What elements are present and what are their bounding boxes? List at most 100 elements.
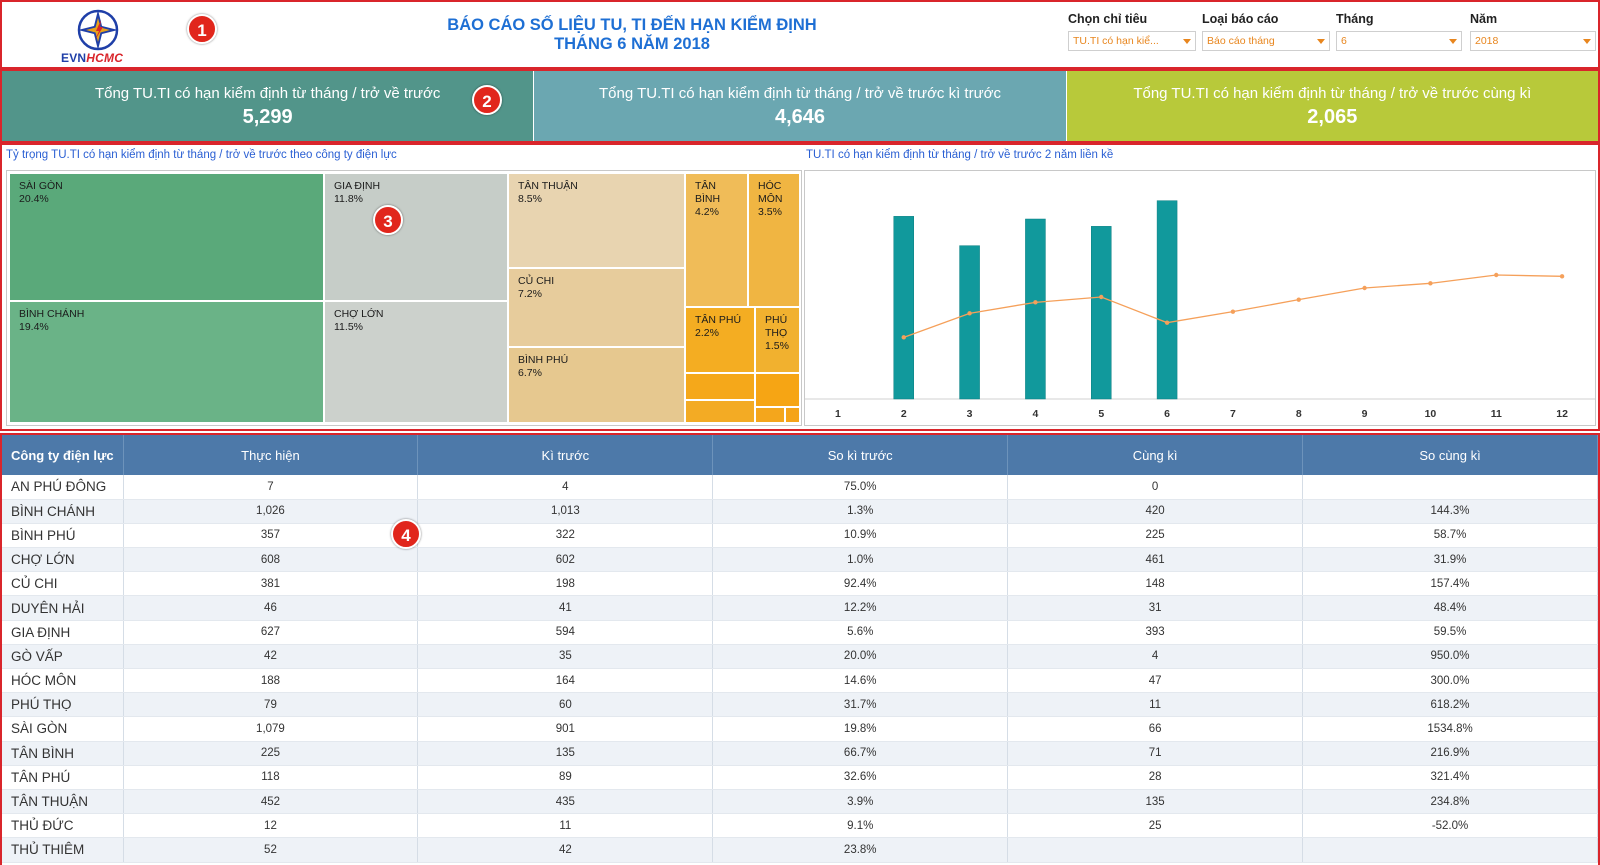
treemap-tile-binh-phu[interactable]: BÌNH PHÚ 6.7% xyxy=(508,347,685,423)
treemap-tile-name: TÂN PHÚ xyxy=(695,314,742,326)
x-tick-label: 8 xyxy=(1296,408,1302,420)
table-row[interactable]: BÌNH PHÚ 357 322 10.9% 225 58.7% xyxy=(2,523,1598,549)
chart-bar[interactable] xyxy=(1025,218,1046,400)
filter-month: Tháng 6 xyxy=(1336,12,1462,51)
page-title-line-1: BÁO CÁO SỐ LIỆU TU, TI ĐẾN HẠN KIỂM ĐỊNH xyxy=(447,16,817,34)
treemap-tile-gia-dinh[interactable]: GIA ĐỊNH 11.8% xyxy=(324,173,508,301)
kpi-value: 5,299 xyxy=(242,106,293,128)
treemap-title: Tỷ trọng TU.TI có hạn kiểm định từ tháng… xyxy=(6,149,397,161)
table-row[interactable]: THỦ THIÊM 52 42 23.8% xyxy=(2,837,1598,863)
column-header[interactable]: Cùng kì xyxy=(1007,435,1304,475)
table-row[interactable]: GÒ VẤP 42 35 20.0% 4 950.0% xyxy=(2,644,1598,670)
table-cell: 135 xyxy=(417,741,714,766)
filter-report-type-select[interactable]: Báo cáo tháng xyxy=(1202,31,1330,51)
treemap-tile-tan-thuan[interactable]: TÂN THUẬN 8.5% xyxy=(508,173,685,268)
treemap-tile-phu-tho[interactable]: PHÚ THỌ 1.5% xyxy=(755,307,800,373)
chart-line-point[interactable] xyxy=(1362,285,1367,291)
table-row[interactable]: SÀI GÒN 1,079 901 19.8% 66 1534.8% xyxy=(2,716,1598,742)
table-cell xyxy=(1302,837,1598,863)
column-header[interactable]: Công ty điện lực xyxy=(2,435,124,475)
treemap-tile-cu-chi[interactable]: CỦ CHI 7.2% xyxy=(508,268,685,347)
treemap-tile-minor[interactable] xyxy=(755,407,785,423)
table-cell: 23.8% xyxy=(712,837,1009,863)
treemap-tile-name: PHÚ THỌ xyxy=(765,314,788,339)
treemap-tile-cho-lon[interactable]: CHỢ LỚN 11.5% xyxy=(324,301,508,423)
table-cell: 198 xyxy=(417,571,714,597)
treemap-tile-minor[interactable] xyxy=(685,400,755,423)
chart-bar[interactable] xyxy=(1091,226,1112,400)
table-row[interactable]: BÌNH CHÁNH 1,026 1,013 1.3% 420 144.3% xyxy=(2,499,1598,524)
chart-line-point[interactable] xyxy=(1099,294,1104,300)
table-row[interactable]: HÓC MÔN 188 164 14.6% 47 300.0% xyxy=(2,668,1598,694)
table-row[interactable]: AN PHÚ ĐÔNG 7 4 75.0% 0 xyxy=(2,475,1598,500)
treemap-tile-hoc-mon[interactable]: HÓC MÔN 3.5% xyxy=(748,173,800,307)
treemap-tile-tan-phu[interactable]: TÂN PHÚ 2.2% xyxy=(685,307,755,373)
chevron-down-icon xyxy=(1583,39,1591,44)
table-cell: 148 xyxy=(1007,571,1304,597)
table-cell: 79 xyxy=(123,692,419,718)
kpi-value: 2,065 xyxy=(1307,106,1358,128)
table-cell: 11 xyxy=(1007,692,1304,718)
table-cell: 1534.8% xyxy=(1302,716,1598,742)
chart-line-point[interactable] xyxy=(1559,274,1565,279)
treemap-tile-pct: 11.5% xyxy=(334,321,363,333)
chart-line-point[interactable] xyxy=(1230,309,1236,314)
chart-line-point[interactable] xyxy=(1164,320,1170,325)
chart-line-point[interactable] xyxy=(1494,272,1499,278)
treemap-tile-name: BÌNH PHÚ xyxy=(518,354,569,366)
chart-bar[interactable] xyxy=(893,216,914,400)
table-cell: 3.9% xyxy=(712,789,1009,815)
table-row[interactable]: DUYÊN HẢI 46 41 12.2% 31 48.4% xyxy=(2,595,1598,621)
table-cell: 4 xyxy=(1007,644,1304,670)
bar-line-chart: 1 2 3 4 5 6 7 8 9 10 11 12 xyxy=(804,170,1596,426)
treemap-tile-minor[interactable] xyxy=(785,407,800,423)
table-cell: 11 xyxy=(417,813,714,839)
filter-indicator-select[interactable]: TU.TI có hạn kiể... xyxy=(1068,31,1196,51)
column-header[interactable]: So cùng kì xyxy=(1302,435,1598,475)
treemap-tile-minor[interactable] xyxy=(685,373,755,400)
chart-line-point[interactable] xyxy=(901,335,906,340)
chart-line-point[interactable] xyxy=(1428,281,1433,286)
table-cell: 92.4% xyxy=(712,571,1009,597)
filter-report-type-label: Loại báo cáo xyxy=(1202,12,1279,26)
table-cell: 1.0% xyxy=(712,547,1009,573)
x-tick-label: 7 xyxy=(1230,408,1236,420)
table-row[interactable]: TÂN THUẬN 452 435 3.9% 135 234.8% xyxy=(2,789,1598,815)
column-header[interactable]: Thực hiện xyxy=(123,435,419,475)
table-cell: 31.9% xyxy=(1302,547,1598,573)
column-header[interactable]: So kì trước xyxy=(712,435,1009,475)
table-row[interactable]: CHỢ LỚN 608 602 1.0% 461 31.9% xyxy=(2,547,1598,573)
treemap-tile-minor[interactable] xyxy=(755,373,800,407)
table-row[interactable]: GIA ĐỊNH 627 594 5.6% 393 59.5% xyxy=(2,620,1598,645)
chart-bar[interactable] xyxy=(959,245,980,400)
treemap-tile-binh-chanh[interactable]: BÌNH CHÁNH 19.4% xyxy=(9,301,324,423)
column-header[interactable]: Kì trước xyxy=(417,435,714,475)
treemap-tile-pct: 19.4% xyxy=(19,321,49,333)
table-row[interactable]: CỦ CHI 381 198 92.4% 148 157.4% xyxy=(2,571,1598,597)
chart-line-point[interactable] xyxy=(1033,300,1038,305)
table-row[interactable]: TÂN PHÚ 118 89 32.6% 28 321.4% xyxy=(2,765,1598,790)
table-cell: 1,026 xyxy=(123,499,419,524)
chart-line-point[interactable] xyxy=(967,311,972,316)
filter-year-select[interactable]: 2018 xyxy=(1470,31,1596,51)
table-cell: 157.4% xyxy=(1302,571,1598,597)
evn-star-logo-icon xyxy=(77,9,119,51)
treemap-tile-name: HÓC MÔN xyxy=(758,180,783,205)
table-row[interactable]: THỦ ĐỨC 12 11 9.1% 25 -52.0% xyxy=(2,813,1598,839)
treemap-tile-name: SÀI GÒN xyxy=(19,180,63,192)
filter-month-select[interactable]: 6 xyxy=(1336,31,1462,51)
table-cell: 594 xyxy=(417,620,714,645)
chart-bar[interactable] xyxy=(1156,200,1178,400)
bar-chart-title: TU.TI có hạn kiểm định từ tháng / trở về… xyxy=(806,149,1114,161)
table-cell: 381 xyxy=(123,571,419,597)
table-cell: 20.0% xyxy=(712,644,1009,670)
treemap-tile-tan-binh[interactable]: TÂN BÌNH 4.2% xyxy=(685,173,748,307)
table-row[interactable]: PHÚ THỌ 79 60 31.7% 11 618.2% xyxy=(2,692,1598,718)
chart-line-point[interactable] xyxy=(1296,297,1301,302)
filter-report-type: Loại báo cáo Báo cáo tháng xyxy=(1202,12,1330,51)
table-row[interactable]: TÂN BÌNH 225 135 66.7% 71 216.9% xyxy=(2,741,1598,766)
table-cell: 12 xyxy=(123,813,419,839)
table-cell xyxy=(1302,475,1598,500)
treemap-tile-sai-gon[interactable]: SÀI GÒN 20.4% xyxy=(9,173,324,301)
filter-report-type-value: Báo cáo tháng xyxy=(1207,35,1275,47)
